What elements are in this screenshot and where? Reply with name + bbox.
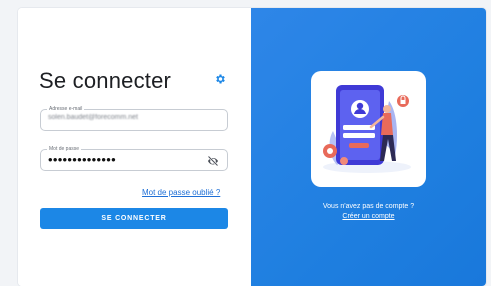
login-panel: Se connecter Adresse e-mail solen.baudet… — [18, 8, 251, 286]
create-account-link[interactable]: Créer un compte — [251, 213, 486, 220]
email-field[interactable]: Adresse e-mail solen.baudet@forecomm.net — [40, 104, 228, 131]
login-card: Se connecter Adresse e-mail solen.baudet… — [18, 8, 486, 286]
eye-off-icon[interactable] — [207, 155, 219, 167]
email-label: Adresse e-mail — [47, 104, 85, 114]
illustration-art — [323, 85, 411, 173]
gear-icon[interactable] — [214, 73, 226, 85]
login-button[interactable]: SE CONNECTER — [40, 208, 228, 229]
email-value: solen.baudet@forecomm.net — [48, 114, 138, 121]
forgot-password-link[interactable]: Mot de passe oublié ? — [142, 188, 220, 197]
password-value: •••••••••••••• — [48, 152, 116, 167]
no-account-text: Vous n'avez pas de compte ? — [322, 203, 415, 210]
signup-panel: Vous n'avez pas de compte ? Créer un com… — [251, 8, 486, 286]
page-title: Se connecter — [39, 68, 172, 93]
password-field[interactable]: Mot de passe •••••••••••••• — [40, 144, 228, 171]
mobile-login-illustration — [311, 71, 426, 187]
